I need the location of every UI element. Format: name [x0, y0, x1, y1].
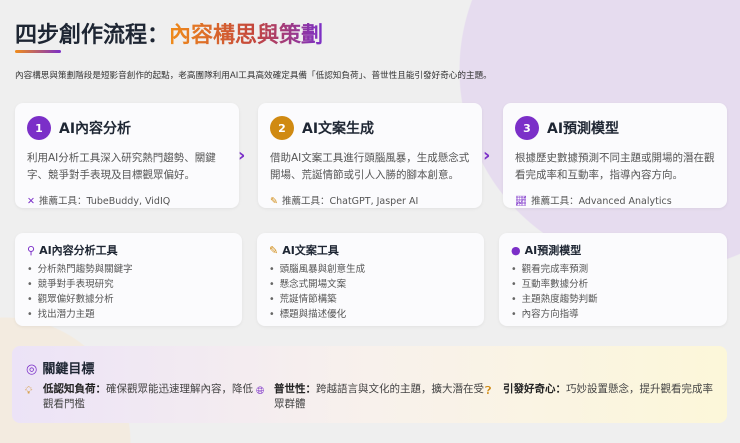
step-tool: 推薦工具：TubeBuddy, VidIQ [38, 196, 171, 207]
goal-item: 🌐︎ 普世性：跨越語言與文化的主題，擴大潛在受眾群體 [256, 382, 488, 412]
list-item: 觀看完成率預測 [511, 262, 715, 277]
tools-icon: ✕ [27, 196, 35, 207]
goal-label: 低認知負荷： [43, 383, 106, 395]
tool-card-title: AI內容分析工具 [39, 244, 118, 257]
tool-card-1: ⚲AI內容分析工具 分析熱門趨勢與關鍵字競爭對手表現研究觀眾偏好數據分析找出潛力… [15, 233, 242, 326]
step-desc: 根據歷史數據預測不同主題或開場的潛在觀看完成率和互動率，指導內容方向。 [515, 152, 715, 181]
title-main: 四步創作流程： [15, 23, 170, 48]
step-title: AI文案生成 [302, 121, 375, 137]
search-icon: ⚲ [27, 244, 36, 257]
list-item: 標題與描述優化 [269, 307, 472, 322]
goal-label: 普世性： [274, 383, 316, 395]
list-item: 荒誕情節構築 [269, 292, 472, 307]
step-title: AI預測模型 [547, 121, 620, 137]
goal-label: 引發好奇心： [503, 383, 566, 395]
step-card-1: 1 AI內容分析 利用AI分析工具深入研究熱門趨勢、關鍵字、競爭對手表現及目標觀眾… [15, 103, 239, 208]
list-item: 分析熱門趨勢與關鍵字 [27, 262, 230, 277]
list-item: 競爭對手表現研究 [27, 277, 230, 292]
list-item: 互動率數據分析 [511, 277, 715, 292]
step-number: 2 [270, 116, 294, 140]
target-icon: ◎ [26, 362, 38, 377]
tool-card-3: ●AI預測模型 觀看完成率預測互動率數據分析主題熱度趨勢判斷內容方向指導 [499, 233, 727, 326]
step-desc: 利用AI分析工具深入研究熱門趨勢、關鍵字、競爭對手表現及目標觀眾偏好。 [27, 152, 216, 181]
goal-text: 巧妙設置懸念，提升觀看完成率 [566, 383, 713, 395]
step-number: 3 [515, 116, 539, 140]
key-goals-panel: ◎ 關鍵目標 💡︎ 低認知負荷：確保觀眾能迅速理解內容，降低觀看門檻 🌐︎ 普世性：跨… [12, 346, 727, 423]
chevron-right-icon: › [483, 145, 491, 166]
question-icon: ❓︎ [485, 385, 492, 397]
title-underline [15, 50, 61, 53]
chevron-right-icon: › [238, 145, 246, 166]
list-item: 頭腦風暴與創意生成 [269, 262, 472, 277]
goal-item: ❓︎ 引發好奇心：巧妙設置懸念，提升觀看完成率 [485, 382, 713, 397]
list-item: 觀眾偏好數據分析 [27, 292, 230, 307]
brush-icon: ✎ [270, 196, 278, 207]
goal-item: 💡︎ 低認知負荷：確保觀眾能迅速理解內容，降低觀看門檻 [25, 382, 258, 412]
tool-card-title: AI預測模型 [524, 244, 582, 257]
list-item: 找出潛力主題 [27, 307, 230, 322]
page-title: 四步創作流程：內容構思與策劃 [15, 17, 323, 49]
step-card-3: 3 AI預測模型 根據歷史數據預測不同主題或開場的潛在觀看完成率和互動率，指導內容… [503, 103, 727, 208]
list-item: 主題熱度趨勢判斷 [511, 292, 715, 307]
step-tool: 推薦工具：Advanced Analytics [531, 196, 672, 207]
tool-card-title: AI文案工具 [282, 244, 339, 257]
lightbulb-icon: 💡︎ [25, 385, 33, 397]
globe-icon: 🌐︎ [256, 385, 265, 397]
step-number: 1 [27, 116, 51, 140]
step-card-2: 2 AI文案生成 借助AI文案工具進行頭腦風暴，生成懸念式開場、荒誕情節或引人入勝… [258, 103, 482, 208]
step-tool: 推薦工具：ChatGPT, Jasper AI [281, 196, 419, 207]
key-goals-title: 關鍵目標 [42, 362, 95, 377]
pencil-icon: ✎ [269, 244, 279, 257]
title-highlight: 內容構思與策劃 [169, 23, 324, 48]
list-item: 內容方向指導 [511, 307, 715, 322]
tool-card-2: ✎AI文案工具 頭腦風暴與創意生成懸念式開場文案荒誕情節構築標題與描述優化 [257, 233, 484, 326]
brain-icon: ● [511, 244, 521, 257]
subtitle: 內容構思與策劃階段是短影音創作的起點，老高團隊利用AI工具高效確定具備「低認知負… [15, 71, 492, 81]
step-title: AI內容分析 [59, 121, 132, 137]
step-desc: 借助AI文案工具進行頭腦風暴，生成懸念式開場、荒誕情節或引人入勝的腳本創意。 [270, 152, 470, 181]
chart-icon: 📈︎ [515, 196, 528, 207]
list-item: 懸念式開場文案 [269, 277, 472, 292]
